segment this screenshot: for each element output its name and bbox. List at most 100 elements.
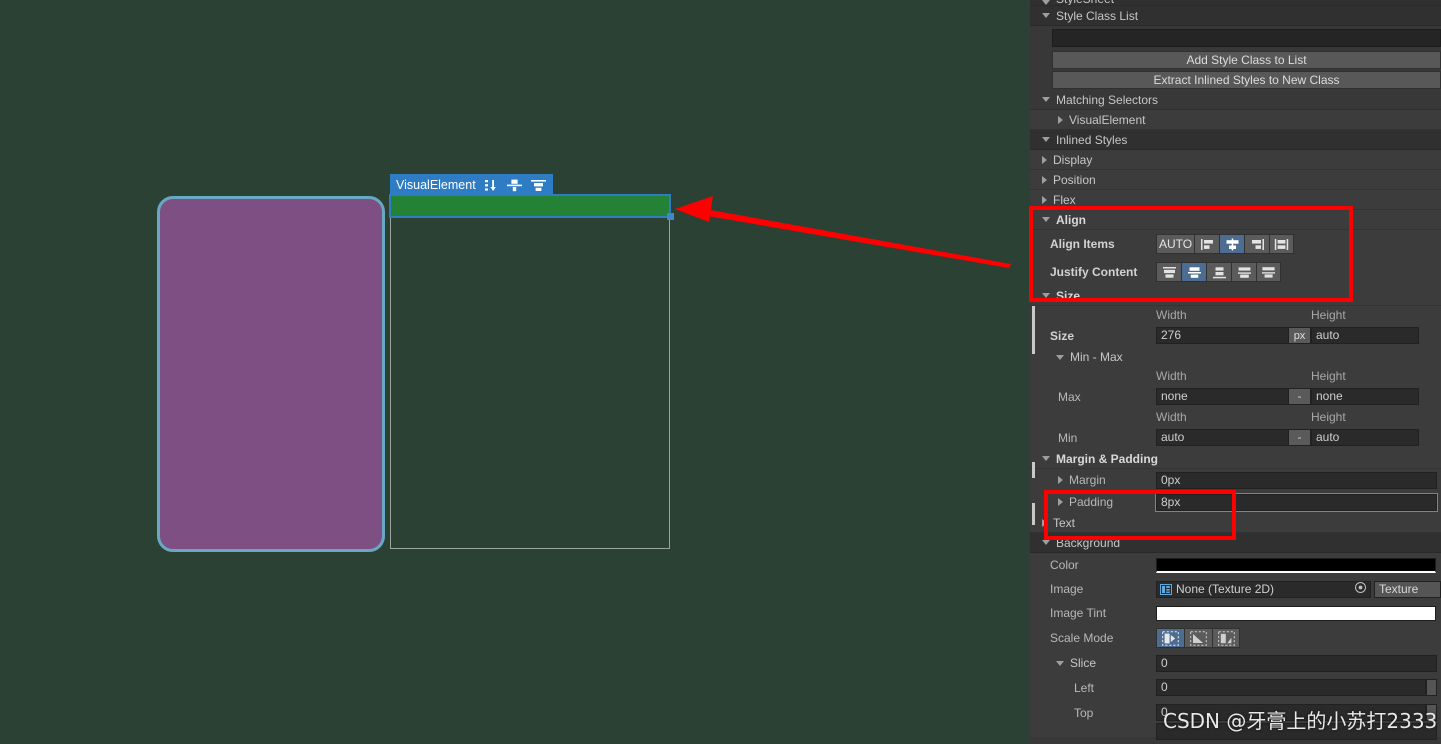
chevron-down-icon [1042, 97, 1050, 102]
justify-content-center-button[interactable] [1181, 262, 1206, 282]
bg-image-tint-row: Image Tint [1030, 601, 1441, 625]
bg-scale-mode-label: Scale Mode [1050, 631, 1114, 645]
align-items-center-button[interactable] [1219, 234, 1244, 254]
section-background[interactable]: Background [1030, 533, 1441, 553]
size-width-unit[interactable]: px [1289, 327, 1311, 344]
justify-content-button-group[interactable] [1156, 262, 1281, 282]
justify-content-row: Justify Content [1030, 258, 1441, 286]
justify-content-space-between-button[interactable] [1231, 262, 1256, 282]
chevron-right-icon [1042, 195, 1047, 204]
size-width-input[interactable]: 276 [1156, 327, 1289, 344]
stretch-to-fill-icon [1162, 630, 1179, 646]
chevron-down-icon [1042, 540, 1050, 545]
size-width-header: Width [1156, 308, 1187, 322]
chevron-down-icon [1042, 0, 1050, 5]
section-style-class-list[interactable]: Style Class List [1030, 6, 1441, 26]
override-indicator-size [1032, 306, 1035, 354]
ui-builder-canvas[interactable]: VisualElement [0, 0, 1030, 744]
visualelement-selection-tab[interactable]: VisualElement [390, 174, 553, 196]
padding-label: Padding [1069, 495, 1114, 509]
section-position[interactable]: Position [1030, 170, 1441, 190]
margin-row: Margin 0px [1030, 469, 1441, 491]
align-items-flex-start-button[interactable] [1194, 234, 1219, 254]
background-label: Background [1056, 535, 1121, 550]
purple-panel-element[interactable] [157, 196, 385, 552]
section-min-max[interactable]: Min - Max [1030, 347, 1441, 367]
justify-content-icon[interactable] [530, 179, 546, 192]
bg-color-row: Color [1030, 553, 1441, 577]
max-row: Max none - none - [1030, 385, 1441, 408]
visualelement-container[interactable] [390, 196, 670, 549]
chevron-right-icon [1042, 175, 1047, 184]
size-height-input[interactable]: auto [1311, 327, 1419, 344]
selection-resize-handle[interactable] [667, 213, 674, 220]
section-display[interactable]: Display [1030, 150, 1441, 170]
scale-mode-scale-and-crop-button[interactable] [1184, 628, 1212, 648]
min-row: Min auto - auto - [1030, 426, 1441, 449]
object-picker-icon[interactable] [1355, 582, 1366, 596]
section-matching-selectors[interactable]: Matching Selectors [1030, 90, 1441, 110]
stylesheet-label: StyleSheet [1056, 0, 1114, 5]
justify-content-flex-start-button[interactable] [1156, 262, 1181, 282]
scale-mode-scale-to-fit-button[interactable] [1212, 628, 1240, 648]
min-width-unit[interactable]: - [1289, 429, 1311, 446]
justify-content-space-around-button[interactable] [1256, 262, 1281, 282]
add-style-class-button[interactable]: Add Style Class to List [1052, 51, 1441, 69]
align-items-stretch-button[interactable] [1269, 234, 1294, 254]
chevron-down-icon [1042, 13, 1050, 18]
size-header-row: Width Height [1030, 306, 1441, 324]
section-align[interactable]: Align [1030, 210, 1441, 230]
slice-input[interactable]: 0 [1156, 654, 1437, 672]
size-row: Size 276 px auto px [1030, 324, 1441, 347]
section-slice[interactable]: Slice 0 [1030, 651, 1441, 675]
texture-icon [1160, 583, 1172, 595]
chevron-right-icon [1042, 155, 1047, 164]
chevron-down-icon [1042, 293, 1050, 298]
padding-row: Padding 8px [1030, 491, 1441, 513]
slice-left-label: Left [1074, 680, 1095, 695]
extract-inlined-styles-button[interactable]: Extract Inlined Styles to New Class [1052, 71, 1441, 89]
size-height-header: Height [1311, 308, 1346, 322]
align-items-button-group[interactable]: AUTO [1156, 234, 1294, 254]
section-text[interactable]: Text [1030, 513, 1441, 533]
max-height-input[interactable]: none [1311, 388, 1419, 405]
margin-padding-label: Margin & Padding [1056, 451, 1158, 466]
inspector-panel[interactable]: StyleSheet Style Class List Add Style Cl… [1030, 0, 1441, 744]
matching-selector-visualelement[interactable]: VisualElement [1030, 110, 1441, 130]
selected-green-child-element[interactable] [389, 194, 671, 218]
scale-mode-button-group[interactable] [1156, 628, 1240, 648]
slice-left-stepper[interactable] [1426, 679, 1437, 696]
slice-left-input[interactable]: 0 [1156, 679, 1426, 696]
section-flex[interactable]: Flex [1030, 190, 1441, 210]
section-inlined-styles[interactable]: Inlined Styles [1030, 130, 1441, 150]
section-margin-padding[interactable]: Margin & Padding [1030, 449, 1441, 469]
bg-image-tint-swatch[interactable] [1156, 605, 1436, 621]
chevron-right-icon [1042, 518, 1047, 527]
align-items-icon[interactable] [506, 179, 522, 192]
bg-color-label: Color [1050, 558, 1079, 572]
style-class-list-label: Style Class List [1056, 8, 1139, 23]
justify-content-flex-start-icon [1162, 266, 1176, 278]
min-width-input[interactable]: auto [1156, 429, 1289, 446]
align-items-flex-end-button[interactable] [1244, 234, 1269, 254]
min-height-input[interactable]: auto [1311, 429, 1419, 446]
max-width-unit[interactable]: - [1289, 388, 1311, 405]
max-width-input[interactable]: none [1156, 388, 1289, 405]
chevron-right-icon [1058, 115, 1063, 124]
bg-image-type-dropdown[interactable]: Texture [1374, 580, 1441, 598]
padding-row-label-wrap[interactable]: Padding [1030, 495, 1156, 509]
section-size[interactable]: Size [1030, 286, 1441, 306]
margin-row-label-wrap[interactable]: Margin [1030, 473, 1156, 487]
margin-input[interactable]: 0px [1156, 471, 1437, 489]
min-height-header: Height [1311, 410, 1346, 424]
bg-image-object-field[interactable]: None (Texture 2D) [1156, 580, 1371, 598]
align-items-auto-button[interactable]: AUTO [1156, 234, 1194, 254]
size-label: Size [1056, 288, 1081, 303]
padding-input[interactable]: 8px [1155, 492, 1438, 512]
scale-mode-stretch-to-fill-button[interactable] [1156, 628, 1184, 648]
bg-color-swatch[interactable] [1156, 557, 1436, 573]
justify-content-flex-end-icon [1212, 266, 1226, 278]
justify-content-flex-end-button[interactable] [1206, 262, 1231, 282]
flex-direction-icon[interactable] [484, 179, 498, 192]
style-class-input[interactable] [1052, 29, 1441, 47]
